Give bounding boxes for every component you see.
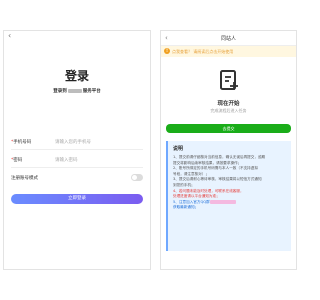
document-plus-icon bbox=[220, 70, 238, 90]
password-field[interactable]: *密码 请输入密码 bbox=[11, 154, 143, 168]
phone-label: *手机号码 bbox=[11, 140, 32, 145]
flow-panel: ‹ 同站人 ! 点我查看？ 请阅读后点击开始使用 现在开始 完成流程后进入任务 … bbox=[160, 30, 297, 270]
login-header: ‹ bbox=[4, 31, 150, 41]
subtitle-suffix: 服务平台 bbox=[82, 89, 101, 94]
password-label: *密码 bbox=[11, 158, 23, 163]
notice-text: 点我查看？ 请阅读后点击开始使用 bbox=[172, 49, 234, 54]
mode-toggle-row: 注册账号模式 bbox=[11, 173, 143, 183]
hint-heading: 说明 bbox=[173, 146, 184, 152]
login-title: 登录 bbox=[64, 69, 89, 83]
subtitle-prefix: 登录到 bbox=[53, 89, 67, 94]
start-button[interactable]: 去提交 bbox=[166, 124, 291, 133]
hint-box: 说明 1、提交前请仔细核对当前信息，确认无误后再提交，逾期 提交将影响后续审核结果… bbox=[166, 141, 291, 251]
phone-field[interactable]: *手机号码 请输入您的手机号 bbox=[11, 136, 143, 150]
phone-input[interactable]: 请输入您的手机号 bbox=[55, 139, 91, 145]
hint-list: 1、提交前请仔细核对当前信息，确认无误后再提交，逾期 提交将影响后续审核结果，请按… bbox=[173, 155, 287, 211]
hint-line: 获取最新通知； bbox=[173, 205, 199, 210]
redacted-platform-name bbox=[67, 88, 82, 93]
notice-bar[interactable]: ! 点我查看？ 请阅读后点击开始使用 bbox=[161, 46, 296, 57]
mode-toggle[interactable] bbox=[131, 174, 143, 181]
start-subtitle: 完成流程后进入任务 bbox=[210, 108, 247, 113]
flow-title: 同站人 bbox=[220, 36, 236, 42]
back-icon[interactable]: ‹ bbox=[8, 31, 11, 41]
mode-toggle-label: 注册账号模式 bbox=[11, 176, 38, 181]
warning-icon: ! bbox=[164, 48, 170, 54]
start-title: 现在开始 bbox=[217, 101, 240, 107]
flow-header: ‹ 同站人 bbox=[161, 31, 296, 46]
password-input[interactable]: 请输入密码 bbox=[55, 157, 78, 163]
toggle-knob bbox=[132, 175, 137, 180]
login-subtitle: 登录到 服务平台 bbox=[4, 88, 150, 94]
redacted-group-number bbox=[209, 199, 236, 204]
login-button[interactable]: 立即登录 bbox=[11, 194, 143, 204]
login-panel: ‹ 登录 登录到 服务平台 *手机号码 请输入您的手机号 *密码 请输入密码 注册… bbox=[3, 30, 151, 270]
